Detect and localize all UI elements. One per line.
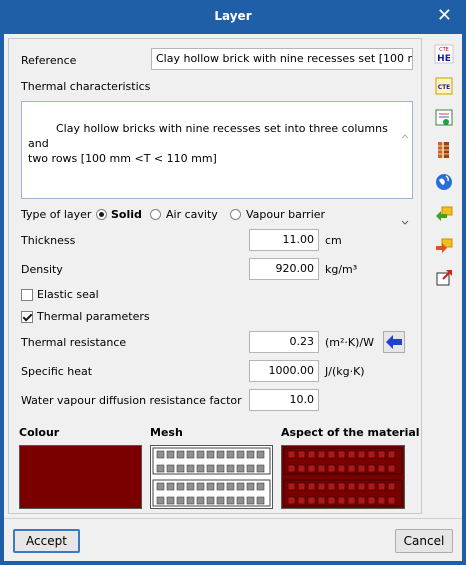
cte-he-bottom-text: HE xyxy=(437,54,451,64)
vapour-barrier-radio-label: Vapour barrier xyxy=(246,208,326,221)
mesh-label: Mesh xyxy=(150,426,183,439)
cancel-button[interactable]: Cancel xyxy=(395,529,453,553)
density-label: Density xyxy=(21,263,63,276)
mesh-preview[interactable] xyxy=(150,445,273,509)
thermal-resistance-unit: (m²·K)/W xyxy=(325,336,375,349)
thermal-parameters-checkbox[interactable] xyxy=(21,311,33,323)
vapour-barrier-radio[interactable] xyxy=(230,209,241,220)
air-cavity-radio[interactable] xyxy=(150,209,161,220)
thermal-characteristics-textarea[interactable]: Clay hollow bricks with nine recesses se… xyxy=(21,101,413,225)
arrow-left-icon xyxy=(386,335,402,349)
external-link-icon[interactable] xyxy=(434,268,454,288)
specific-heat-unit: J/(kg·K) xyxy=(325,365,365,378)
dialog-footer: Accept Cancel xyxy=(4,518,462,561)
globe-icon[interactable] xyxy=(434,172,454,192)
air-cavity-radio-label: Air cavity xyxy=(166,208,218,221)
right-toolbar: CTE HE CTE xyxy=(426,34,462,518)
thickness-label: Thickness xyxy=(21,234,76,247)
specific-heat-input[interactable]: 1000.00 xyxy=(249,360,319,382)
colour-swatch[interactable] xyxy=(19,445,142,509)
density-input[interactable]: 920.00 xyxy=(249,258,319,280)
title-bar: Layer ✕ xyxy=(0,0,466,34)
close-icon[interactable]: ✕ xyxy=(437,6,452,26)
thickness-input[interactable]: 11.00 xyxy=(249,229,319,251)
cte-icon[interactable]: CTE xyxy=(434,76,454,96)
solid-radio[interactable] xyxy=(96,209,107,220)
density-unit: kg/m³ xyxy=(325,263,358,276)
thermal-resistance-label: Thermal resistance xyxy=(21,336,127,349)
specific-heat-label: Specific heat xyxy=(21,365,93,378)
aspect-label: Aspect of the material xyxy=(281,426,420,439)
thermal-characteristics-text: Clay hollow bricks with nine recesses se… xyxy=(28,122,388,165)
aspect-pattern xyxy=(283,447,403,507)
elastic-seal-checkbox[interactable] xyxy=(21,289,33,301)
dialog-title: Layer xyxy=(214,9,252,23)
accept-button[interactable]: Accept xyxy=(13,529,80,553)
reference-label: Reference xyxy=(21,54,77,67)
thermal-characteristics-label: Thermal characteristics xyxy=(21,80,151,93)
thermal-parameters-label: Thermal parameters xyxy=(37,310,150,323)
mesh-pattern xyxy=(152,447,271,507)
colour-label: Colour xyxy=(19,426,60,439)
cte-he-icon[interactable]: CTE HE xyxy=(434,44,454,64)
layer-form: Reference Clay hollow brick with nine re… xyxy=(8,38,422,514)
thermal-resistance-input[interactable]: 0.23 xyxy=(249,331,319,353)
dialog-body: Reference Clay hollow brick with nine re… xyxy=(4,34,462,518)
layer-dialog: Layer ✕ Reference Clay hollow brick with… xyxy=(0,0,466,565)
elastic-seal-label: Elastic seal xyxy=(37,288,99,301)
textarea-scrollbar[interactable] xyxy=(399,103,411,225)
layers-icon[interactable] xyxy=(434,140,454,160)
cte-text: CTE xyxy=(438,84,451,91)
cte-he-top-text: CTE xyxy=(439,47,449,53)
import-icon[interactable] xyxy=(434,204,454,224)
aspect-preview[interactable] xyxy=(281,445,405,509)
vapour-resistance-input[interactable]: 10.0 xyxy=(249,389,319,411)
certificate-icon[interactable] xyxy=(434,108,454,128)
export-icon[interactable] xyxy=(434,236,454,256)
thickness-unit: cm xyxy=(325,234,342,247)
calculate-resistance-button[interactable] xyxy=(383,331,405,353)
vapour-resistance-label: Water vapour diffusion resistance factor xyxy=(21,394,242,407)
type-of-layer-label: Type of layer xyxy=(21,208,92,221)
reference-input[interactable]: Clay hollow brick with nine recesses set… xyxy=(151,48,413,70)
solid-radio-label: Solid xyxy=(111,208,142,221)
